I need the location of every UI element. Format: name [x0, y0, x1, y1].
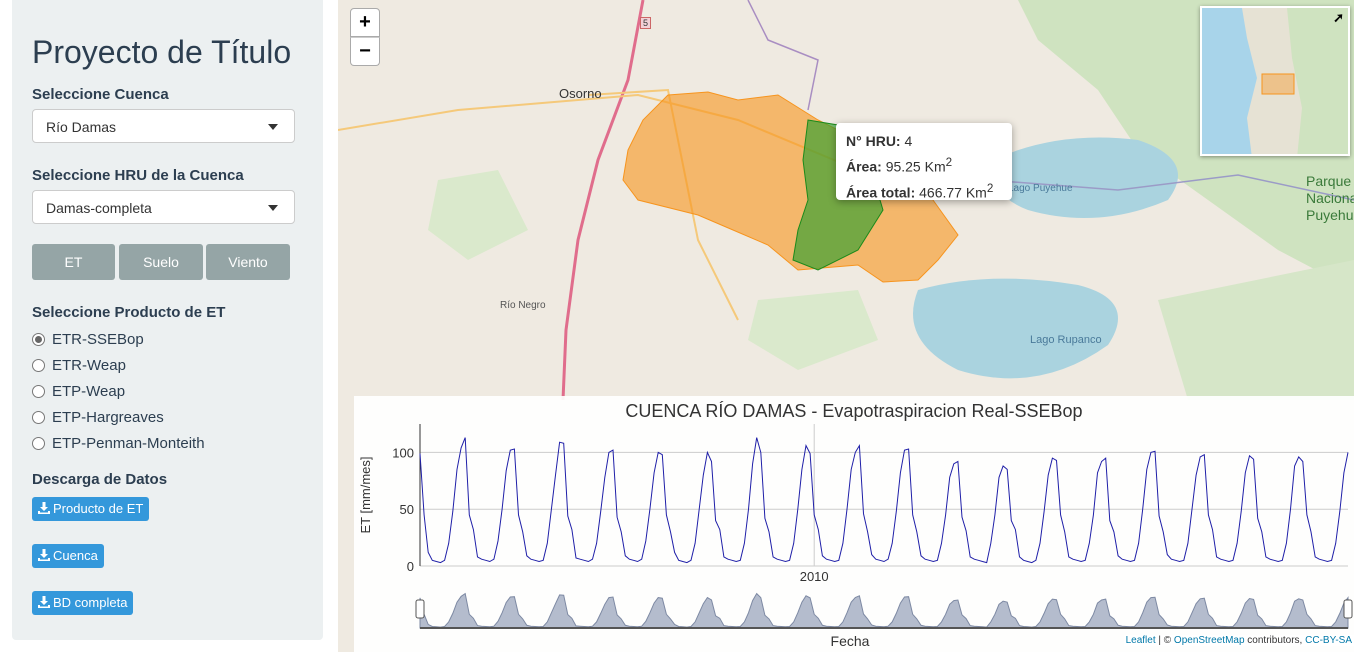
download-product-label: Producto de ET — [53, 501, 144, 516]
minimap-viewport — [1261, 73, 1295, 95]
y-tick-label: 50 — [400, 502, 414, 517]
chevron-down-icon — [268, 205, 278, 211]
popup-hru-value: 4 — [904, 133, 913, 149]
range-handle-left — [415, 599, 425, 619]
place-label-lago-puyehue: Lago Puyehue — [1008, 183, 1073, 194]
product-label: Seleccione Producto de ET — [32, 304, 226, 321]
chevron-down-icon — [268, 124, 278, 130]
lake-puyehue — [992, 137, 1178, 218]
series-line — [419, 437, 1349, 564]
radio-label: ETR-Weap — [52, 357, 126, 374]
y-axis-label: ET [mm/mes] — [358, 456, 373, 533]
highway-road — [561, 0, 645, 401]
hru-select-label: Seleccione HRU de la Cuenca — [32, 167, 244, 184]
et-chart[interactable]: CUENCA RÍO DAMAS - Evapotraspiracion Rea… — [354, 396, 1354, 652]
radio-etp-penman-monteith[interactable]: ETP-Penman-Monteith — [32, 435, 205, 452]
radio-etp-weap[interactable]: ETP-Weap — [32, 383, 125, 400]
range-selector-area — [419, 592, 1349, 629]
minimap[interactable]: ➚ — [1200, 6, 1350, 156]
popup-total-label: Área total: — [846, 184, 916, 201]
basin-select[interactable]: Río Damas — [32, 109, 295, 143]
route-shield: 5 — [640, 17, 652, 29]
forest-area — [748, 290, 878, 370]
radio-checked-icon — [32, 333, 45, 346]
forest-area — [428, 170, 528, 260]
radio-label: ETP-Hargreaves — [52, 409, 164, 426]
basin-select-label: Seleccione Cuenca — [32, 86, 169, 103]
popup-area-value: 95.25 Km — [885, 158, 946, 175]
zoom-out-button[interactable]: − — [350, 37, 380, 66]
tab-suelo[interactable]: Suelo — [119, 244, 203, 280]
license-link[interactable]: CC-BY-SA — [1305, 635, 1352, 646]
range-handle-right — [1343, 599, 1353, 619]
chart-panel: CUENCA RÍO DAMAS - Evapotraspiracion Rea… — [354, 396, 1354, 652]
download-product-button[interactable]: Producto de ET — [32, 497, 150, 521]
download-basin-button[interactable]: Cuenca — [32, 544, 104, 568]
popup-total-value: 466.77 Km — [919, 184, 987, 201]
sidebar-panel: Proyecto de Título Seleccione Cuenca Río… — [12, 0, 323, 640]
osm-link[interactable]: OpenStreetMap — [1174, 635, 1245, 646]
hru-select-value: Damas-completa — [46, 200, 152, 216]
place-label-rio-negro: Río Negro — [500, 300, 546, 311]
radio-label: ETR-SSEBop — [52, 331, 144, 348]
boundary-line — [747, 0, 819, 111]
zoom-in-button[interactable]: + — [350, 8, 380, 37]
x-axis-label: Fecha — [831, 633, 870, 649]
place-label-parque-nacional: Parque Nacional Puyehue — [1306, 173, 1354, 223]
download-label: Descarga de Datos — [32, 471, 168, 488]
popup-area-exp: 2 — [945, 156, 953, 169]
hru-popup: N° HRU: 4 Área: 95.25 Km2 Área total: 46… — [836, 123, 1012, 200]
radio-icon — [32, 385, 45, 398]
radio-etr-ssebop[interactable]: ETR-SSEBop — [32, 331, 144, 348]
radio-etr-weap[interactable]: ETR-Weap — [32, 357, 126, 374]
download-basin-label: Cuenca — [53, 548, 98, 563]
minimap-canvas — [1242, 8, 1348, 154]
y-tick-label: 100 — [392, 445, 414, 460]
map-view[interactable]: Osorno Río Negro Lago Puyehue Lago Rupan… — [338, 0, 1354, 652]
tab-et[interactable]: ET — [32, 244, 115, 280]
radio-icon — [32, 359, 45, 372]
page-title: Proyecto de Título — [32, 34, 292, 70]
download-db-button[interactable]: BD completa — [32, 591, 134, 615]
forest-area — [1158, 260, 1354, 400]
download-icon — [38, 549, 50, 561]
popup-area-label: Área: — [846, 158, 882, 175]
map-attribution: Leaflet | © OpenStreetMap contributors, … — [1123, 635, 1354, 646]
basin-select-value: Río Damas — [46, 119, 117, 135]
radio-label: ETP-Weap — [52, 383, 126, 400]
hru-select[interactable]: Damas-completa — [32, 190, 295, 224]
download-db-label: BD completa — [53, 595, 128, 610]
place-label-osorno: Osorno — [559, 86, 602, 101]
x-tick-label: 2010 — [800, 569, 829, 584]
minimap-toggle-icon[interactable]: ➚ — [1333, 10, 1344, 26]
attribution-separator: | © — [1155, 635, 1174, 646]
radio-icon — [32, 437, 45, 450]
y-tick-label: 0 — [407, 559, 414, 574]
leaflet-link[interactable]: Leaflet — [1126, 635, 1156, 646]
lake-rupanco — [913, 278, 1118, 379]
download-icon — [38, 502, 50, 514]
radio-etp-hargreaves[interactable]: ETP-Hargreaves — [32, 409, 164, 426]
popup-total-exp: 2 — [986, 181, 994, 195]
download-icon — [38, 596, 50, 608]
radio-icon — [32, 411, 45, 424]
tab-viento[interactable]: Viento — [206, 244, 290, 280]
chart-title: CUENCA RÍO DAMAS - Evapotraspiracion Rea… — [625, 401, 1082, 421]
place-label-lago-rupanco: Lago Rupanco — [1030, 334, 1102, 346]
popup-hru-label: N° HRU: — [846, 133, 901, 149]
attribution-contrib: contributors, — [1244, 635, 1306, 646]
radio-label: ETP-Penman-Monteith — [52, 435, 205, 452]
